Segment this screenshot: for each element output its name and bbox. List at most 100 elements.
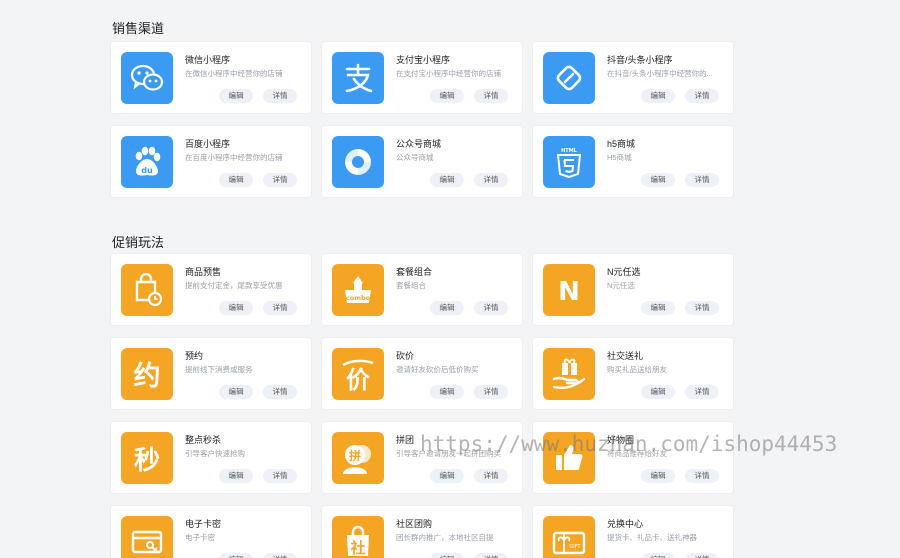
card-title: 电子卡密 [185,519,222,529]
she-bag-icon: 社 [332,516,384,558]
detail-button[interactable]: 详情 [685,385,719,399]
detail-button[interactable]: 详情 [474,301,508,315]
card-description: 在支付宝小程序中经营你的店铺 [396,69,501,78]
card-title: 社交送礼 [607,351,644,361]
card-she-bag[interactable]: 社 社区团购团长群内推广，本地社区自提编辑 详情 [322,506,522,558]
detail-button[interactable]: 详情 [263,469,297,483]
edit-button[interactable]: 编辑 [641,553,675,558]
edit-button[interactable]: 编辑 [219,173,253,187]
edit-button[interactable]: 编辑 [641,89,675,103]
card-pin-group[interactable]: 拼 拼团 引导客户邀请朋友一起拼团购买 编辑 详情 [322,422,522,493]
detail-button[interactable]: 详情 [263,89,297,103]
svg-text:约: 约 [134,361,161,391]
detail-button[interactable]: 详情 [263,385,297,399]
card-title: N元任选 [607,267,641,277]
edit-button[interactable]: 编辑 [430,553,464,558]
edit-button[interactable]: 编辑 [219,469,253,483]
card-letter-n[interactable]: N N元任选 N元任选编辑 详情 [533,254,733,325]
edit-button[interactable]: 编辑 [430,173,464,187]
miao-char-icon: 秒 [121,432,173,484]
html5-icon: HTML [543,136,595,188]
detail-button[interactable]: 详情 [263,553,297,558]
svg-text:HTML: HTML [561,148,578,154]
detail-button[interactable]: 详情 [685,469,719,483]
card-title: 预约 [185,351,204,361]
svg-text:combo: combo [346,294,371,302]
edit-button[interactable]: 编辑 [641,301,675,315]
card-title: 微信小程序 [185,55,231,65]
card-title: 百度小程序 [185,139,231,149]
edit-button[interactable]: 编辑 [641,469,675,483]
card-wechat[interactable]: 微信小程序 在微信小程序中经营你的店铺 编辑 详情 [111,42,311,113]
card-thumbs-up[interactable]: 好物圈将商品推荐给好友编辑 详情 [533,422,733,493]
svg-text:秒: 秒 [134,446,160,475]
card-key-icon [121,516,173,558]
card-douyin-link[interactable]: 抖音/头条小程序 在抖音/头条小程序中经营你的... 编辑 详情 [533,42,733,113]
detail-button[interactable]: 详情 [685,173,719,187]
card-description: 引导客户邀请朋友一起拼团购买 [396,449,501,458]
card-swirl[interactable]: 公众号商城 公众号商城 编辑 详情 [322,126,522,197]
presale-bag-icon [121,264,173,316]
baidu-paw-icon: du [121,136,173,188]
detail-button[interactable]: 详情 [263,301,297,315]
card-title: h5商城 [607,139,636,149]
detail-button[interactable]: 详情 [474,469,508,483]
detail-button[interactable]: 详情 [263,173,297,187]
card-title: 公众号商城 [396,139,442,149]
svg-text:拼: 拼 [349,448,361,463]
edit-button[interactable]: 编辑 [430,385,464,399]
card-baidu-paw[interactable]: du 百度小程序 在百度小程序中经营你的店铺 编辑 详情 [111,126,311,197]
svg-text:GIFT: GIFT [569,544,581,550]
edit-button[interactable]: 编辑 [219,89,253,103]
card-description: 购买礼品送给朋友 [607,365,667,374]
card-title: 兑换中心 [607,519,644,529]
edit-button[interactable]: 编辑 [219,301,253,315]
wechat-icon [121,52,173,104]
card-description: 提前线下消费或服务 [185,365,253,374]
card-gift-hand[interactable]: 社交送礼购买礼品送给朋友编辑 详情 [533,338,733,409]
card-miao-char[interactable]: 秒 整点秒杀 引导客户快速抢购 编辑 详情 [111,422,311,493]
card-description: 提货卡、礼品卡、送礼神器 [607,533,697,542]
detail-button[interactable]: 详情 [474,553,508,558]
gift-card-icon: GIFT [543,516,595,558]
detail-button[interactable]: 详情 [685,553,719,558]
edit-button[interactable]: 编辑 [641,385,675,399]
card-html5[interactable]: HTML h5商城 H5商城编辑 详情 [533,126,733,197]
edit-button[interactable]: 编辑 [430,469,464,483]
alipay-icon [332,52,384,104]
card-combo[interactable]: combo 套餐组合 套餐组合 编辑 详情 [322,254,522,325]
edit-button[interactable]: 编辑 [641,173,675,187]
yue-char-icon: 约 [121,348,173,400]
detail-button[interactable]: 详情 [474,173,508,187]
card-title: 砍价 [396,351,415,361]
edit-button[interactable]: 编辑 [219,553,253,558]
card-title: 商品预售 [185,267,222,277]
card-yue-char[interactable]: 约 预约提前线下消费或服务编辑 详情 [111,338,311,409]
edit-button[interactable]: 编辑 [430,301,464,315]
card-description: 邀请好友砍价后低价购买 [396,365,479,374]
edit-button[interactable]: 编辑 [430,89,464,103]
edit-button[interactable]: 编辑 [219,385,253,399]
detail-button[interactable]: 详情 [685,301,719,315]
card-kan-char[interactable]: 价 砍价邀请好友砍价后低价购买编辑 详情 [322,338,522,409]
card-title: 社区团购 [396,519,433,529]
section-title-sales-channels: 销售渠道 [112,21,165,36]
card-card-key[interactable]: 电子卡密电子卡密编辑详情 [111,506,311,558]
card-description: 将商品推荐给好友 [607,449,667,458]
card-description: N元任选 [607,281,635,290]
card-description: 在抖音/头条小程序中经营你的... [607,69,713,78]
card-description: H5商城 [607,153,632,162]
card-description: 引导客户快速抢购 [185,449,245,458]
card-gift-card[interactable]: GIFT 兑换中心提货卡、礼品卡、送礼神器编辑 详情 [533,506,733,558]
kan-char-icon: 价 [332,348,384,400]
svg-text:N: N [558,277,580,305]
svg-text:du: du [141,166,153,175]
detail-button[interactable]: 详情 [685,89,719,103]
section-title-promotions: 促销玩法 [112,235,165,250]
card-presale-bag[interactable]: 商品预售 提前支付定金，尾款享受优惠 编辑 详情 [111,254,311,325]
card-alipay[interactable]: 支付宝小程序 在支付宝小程序中经营你的店铺 编辑 详情 [322,42,522,113]
card-description: 公众号商城 [396,153,434,162]
card-title: 好物圈 [607,435,635,445]
detail-button[interactable]: 详情 [474,89,508,103]
detail-button[interactable]: 详情 [474,385,508,399]
